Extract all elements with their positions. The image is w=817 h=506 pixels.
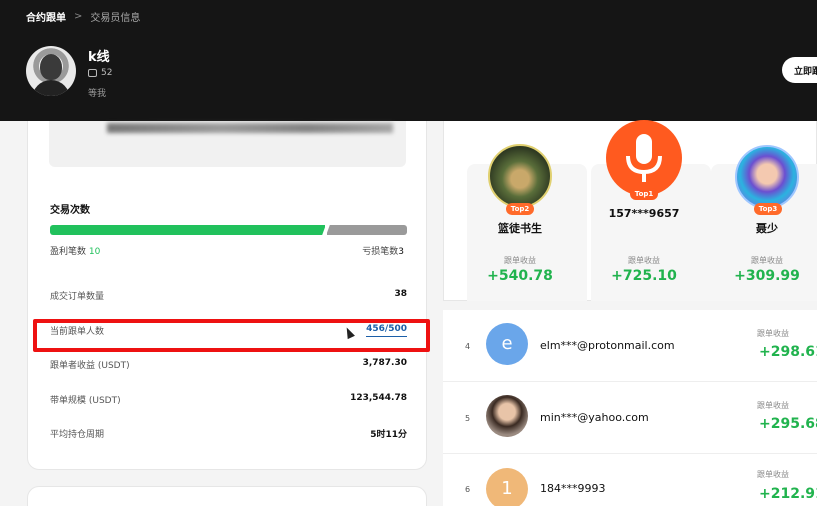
leaderboard-row-6[interactable]: 6 1 184***9993 跟单收益 +212.91: [443, 454, 817, 506]
podium-label-top3: 跟单收益: [751, 256, 783, 265]
follower-profit-value: +212.91: [759, 486, 817, 502]
win-label: 盈利笔数: [50, 247, 87, 257]
stat-row-follower-profit: 跟单者收益 (USDT) 3,787.30: [50, 358, 407, 371]
podium-value-top2: +540.78: [487, 268, 553, 284]
leaderboard-row-4[interactable]: 4 e elm***@protonmail.com 跟单收益 +298.61: [443, 310, 817, 382]
top2-badge: Top2: [506, 203, 534, 215]
highlight-annotation: [33, 319, 430, 352]
follower-profit-value: +295.68: [759, 416, 817, 432]
win-bar: [50, 225, 325, 235]
stat-row-holding-period: 平均持仓周期 5时11分: [50, 430, 407, 440]
trader-description: 等我: [88, 89, 107, 99]
win-value: 10: [88, 247, 101, 257]
podium-avatar-top2: [488, 144, 552, 208]
microphone-icon: [626, 134, 662, 182]
follower-avatar: 1: [486, 468, 528, 506]
trader-stat-value: 52: [101, 68, 113, 78]
podium-name-top1: 157***9657: [608, 207, 680, 220]
calendar-icon: [88, 69, 97, 77]
top3-badge: Top3: [754, 203, 782, 215]
follower-profit-label: 跟单收益: [757, 470, 789, 479]
win-count: 盈利笔数 10: [50, 244, 100, 257]
loss-label: 亏损笔数: [362, 247, 399, 257]
trader-avatar: [26, 46, 76, 96]
rank-number: 4: [465, 342, 471, 351]
trader-stat: 52: [88, 68, 112, 78]
breadcrumb: 合约跟单 > 交易员信息: [26, 9, 140, 24]
follow-button[interactable]: 立即跟单: [782, 57, 817, 83]
follower-profit-label: 跟单收益: [757, 401, 789, 410]
follower-name: 184***9993: [540, 482, 606, 495]
podium-value-top1: +725.10: [611, 268, 677, 284]
rank-number: 6: [465, 485, 471, 494]
follower-name: elm***@protonmail.com: [540, 339, 675, 352]
trader-name: k线: [88, 50, 110, 65]
loss-count: 亏损笔数3: [362, 244, 404, 257]
leaderboard-row-5[interactable]: 5 min***@yahoo.com 跟单收益 +295.68: [443, 382, 817, 454]
summary-panel: [49, 121, 406, 167]
next-card: [27, 486, 427, 506]
trader-header: 合约跟单 > 交易员信息 k线 52 等我 立即跟单: [0, 0, 817, 121]
podium-label-top1: 跟单收益: [628, 256, 660, 265]
loss-bar: [327, 225, 407, 235]
podium-avatar-top3: [735, 145, 799, 209]
top1-badge: Top1: [630, 188, 658, 200]
breadcrumb-copy-trading[interactable]: 合约跟单: [26, 9, 66, 24]
stat-row-orders: 成交订单数量 38: [50, 289, 407, 302]
follower-profit-label: 跟单收益: [757, 329, 789, 338]
loss-value: 3: [398, 247, 404, 257]
podium-value-top3: +309.99: [734, 268, 800, 284]
follower-name: min***@yahoo.com: [540, 411, 649, 424]
podium-avatar-top1: [606, 120, 682, 196]
breadcrumb-separator: >: [74, 11, 83, 22]
podium-label-top2: 跟单收益: [504, 256, 536, 265]
follower-profit-value: +298.61: [759, 344, 817, 360]
win-loss-bar: [50, 224, 407, 236]
rank-number: 5: [465, 414, 471, 423]
podium-name-top2: 篮徒书生: [498, 222, 542, 235]
trade-count-title: 交易次数: [50, 205, 90, 216]
stat-row-aum: 带单规模 (USDT) 123,544.78: [50, 393, 407, 406]
follower-avatar: e: [486, 323, 528, 365]
podium-name-top3: 聂少: [756, 222, 778, 235]
breadcrumb-trader-info: 交易员信息: [90, 13, 141, 24]
follower-avatar: [486, 395, 528, 437]
trade-stats-card: 交易次数 盈利笔数 10 亏损笔数3 成交订单数量 38 当前跟单人数 456/…: [27, 121, 427, 470]
